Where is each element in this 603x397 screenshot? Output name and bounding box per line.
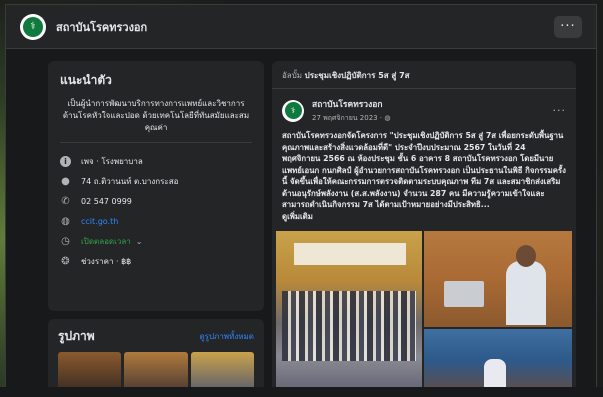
- post-options-button[interactable]: ···: [553, 104, 567, 117]
- group-photo[interactable]: [276, 231, 422, 392]
- bottom-edge: [0, 387, 603, 397]
- laptop-image: [444, 281, 484, 307]
- info-row-address: ● 74 ถ.ติวานนท์ ต.บางกระสอ: [60, 171, 252, 191]
- location-pin-icon: ●: [61, 175, 70, 187]
- post-date-row: 27 พฤศจิกายน 2023 · ◍: [312, 113, 390, 124]
- post-date[interactable]: 27 พฤศจิกายน 2023 ·: [312, 114, 384, 122]
- page-logo[interactable]: ⚕: [20, 13, 46, 40]
- presenter-head: [516, 245, 536, 267]
- post-text: สถาบันโรคทรวงอกจัดโครงการ "ประชุมเชิงปฏิ…: [282, 131, 566, 209]
- album-title-link[interactable]: ประชุมเชิงปฏิบัติการ 5ส สู่ 7ส: [305, 71, 410, 80]
- stage-photo[interactable]: [424, 329, 572, 392]
- globe-icon: ◍: [61, 215, 70, 227]
- info-row-website[interactable]: ◍ ccit.go.th: [60, 211, 252, 231]
- photos-title: รูปภาพ: [58, 329, 95, 343]
- page-title[interactable]: สถาบันโรคทรวงอก: [56, 18, 147, 36]
- clock-icon: ◷: [61, 235, 70, 247]
- address-text: 74 ถ.ติวานนท์ ต.บางกระสอ: [81, 176, 179, 186]
- post-context: อัลบั้ม ประชุมเชิงปฏิบัติการ 5ส สู่ 7ส: [272, 61, 576, 89]
- post-photo-grid: [272, 231, 576, 392]
- globe-icon: ◍: [384, 114, 391, 122]
- post-body: สถาบันโรคทรวงอกจัดโครงการ "ประชุมเชิงปฏิ…: [272, 128, 576, 228]
- info-row-phone: ✆ 02 547 0999: [60, 191, 252, 211]
- website-link[interactable]: ccit.go.th: [81, 217, 118, 226]
- phone-icon: ✆: [61, 195, 70, 207]
- event-banner: [294, 243, 406, 265]
- chevron-down-icon[interactable]: ⌄: [136, 237, 143, 246]
- caduceus-icon: ⚕: [284, 102, 302, 119]
- intro-title: แนะนำตัว: [60, 73, 112, 87]
- caduceus-icon: ⚕: [23, 16, 43, 37]
- photos-header: รูปภาพ ดูรูปภาพทั้งหมด: [58, 327, 254, 346]
- more-options-button[interactable]: ···: [554, 15, 582, 38]
- page-header: ⚕ สถาบันโรคทรวงอก ···: [6, 5, 596, 49]
- info-row-category: i เพจ · โรงพยาบาล: [60, 151, 252, 171]
- info-row-hours[interactable]: ◷ เปิดตลอดเวลา ⌄: [60, 231, 252, 251]
- price-icon: ❂: [61, 255, 70, 267]
- photos-card: รูปภาพ ดูรูปภาพทั้งหมด: [48, 319, 264, 392]
- presenter-image: [506, 261, 546, 325]
- info-row-price: ❂ ช่วงราคา · ฿฿: [60, 251, 252, 271]
- price-text: ช่วงราคา · ฿฿: [81, 256, 132, 266]
- post-header: ⚕ สถาบันโรคทรวงอก 27 พฤศจิกายน 2023 · ◍ …: [272, 89, 576, 128]
- intro-description: เป็นผู้นำการพัฒนาบริการทางการแพทย์และวิช…: [60, 98, 252, 143]
- hours-text[interactable]: เปิดตลอดเวลา: [81, 235, 131, 248]
- category-text: เพจ · โรงพยาบาล: [81, 156, 143, 166]
- photo-thumbnail[interactable]: [58, 352, 122, 392]
- info-icon: i: [60, 155, 71, 167]
- post-meta: สถาบันโรคทรวงอก 27 พฤศจิกายน 2023 · ◍: [312, 97, 390, 124]
- post-author[interactable]: สถาบันโรคทรวงอก: [312, 97, 390, 111]
- see-more-link[interactable]: ดูเพิ่มเติม: [282, 211, 566, 223]
- see-all-photos-link[interactable]: ดูรูปภาพทั้งหมด: [199, 330, 254, 343]
- photo-thumbnails: [58, 352, 254, 392]
- presenter-photo[interactable]: [424, 231, 572, 327]
- photo-thumbnail[interactable]: [190, 352, 254, 392]
- phone-text: 02 547 0999: [81, 196, 132, 206]
- album-post-card: อัลบั้ม ประชุมเชิงปฏิบัติการ 5ส สู่ 7ส ⚕…: [272, 61, 576, 392]
- context-prefix: อัลบั้ม: [282, 71, 303, 80]
- intro-card: แนะนำตัว เป็นผู้นำการพัฒนาบริการทางการแพ…: [48, 61, 264, 311]
- crowd-image: [282, 291, 416, 361]
- author-avatar[interactable]: ⚕: [282, 99, 304, 122]
- photo-thumbnail[interactable]: [124, 352, 188, 392]
- facebook-page-window: ⚕ สถาบันโรคทรวงอก ··· แนะนำตัว เป็นผู้นำ…: [5, 4, 597, 393]
